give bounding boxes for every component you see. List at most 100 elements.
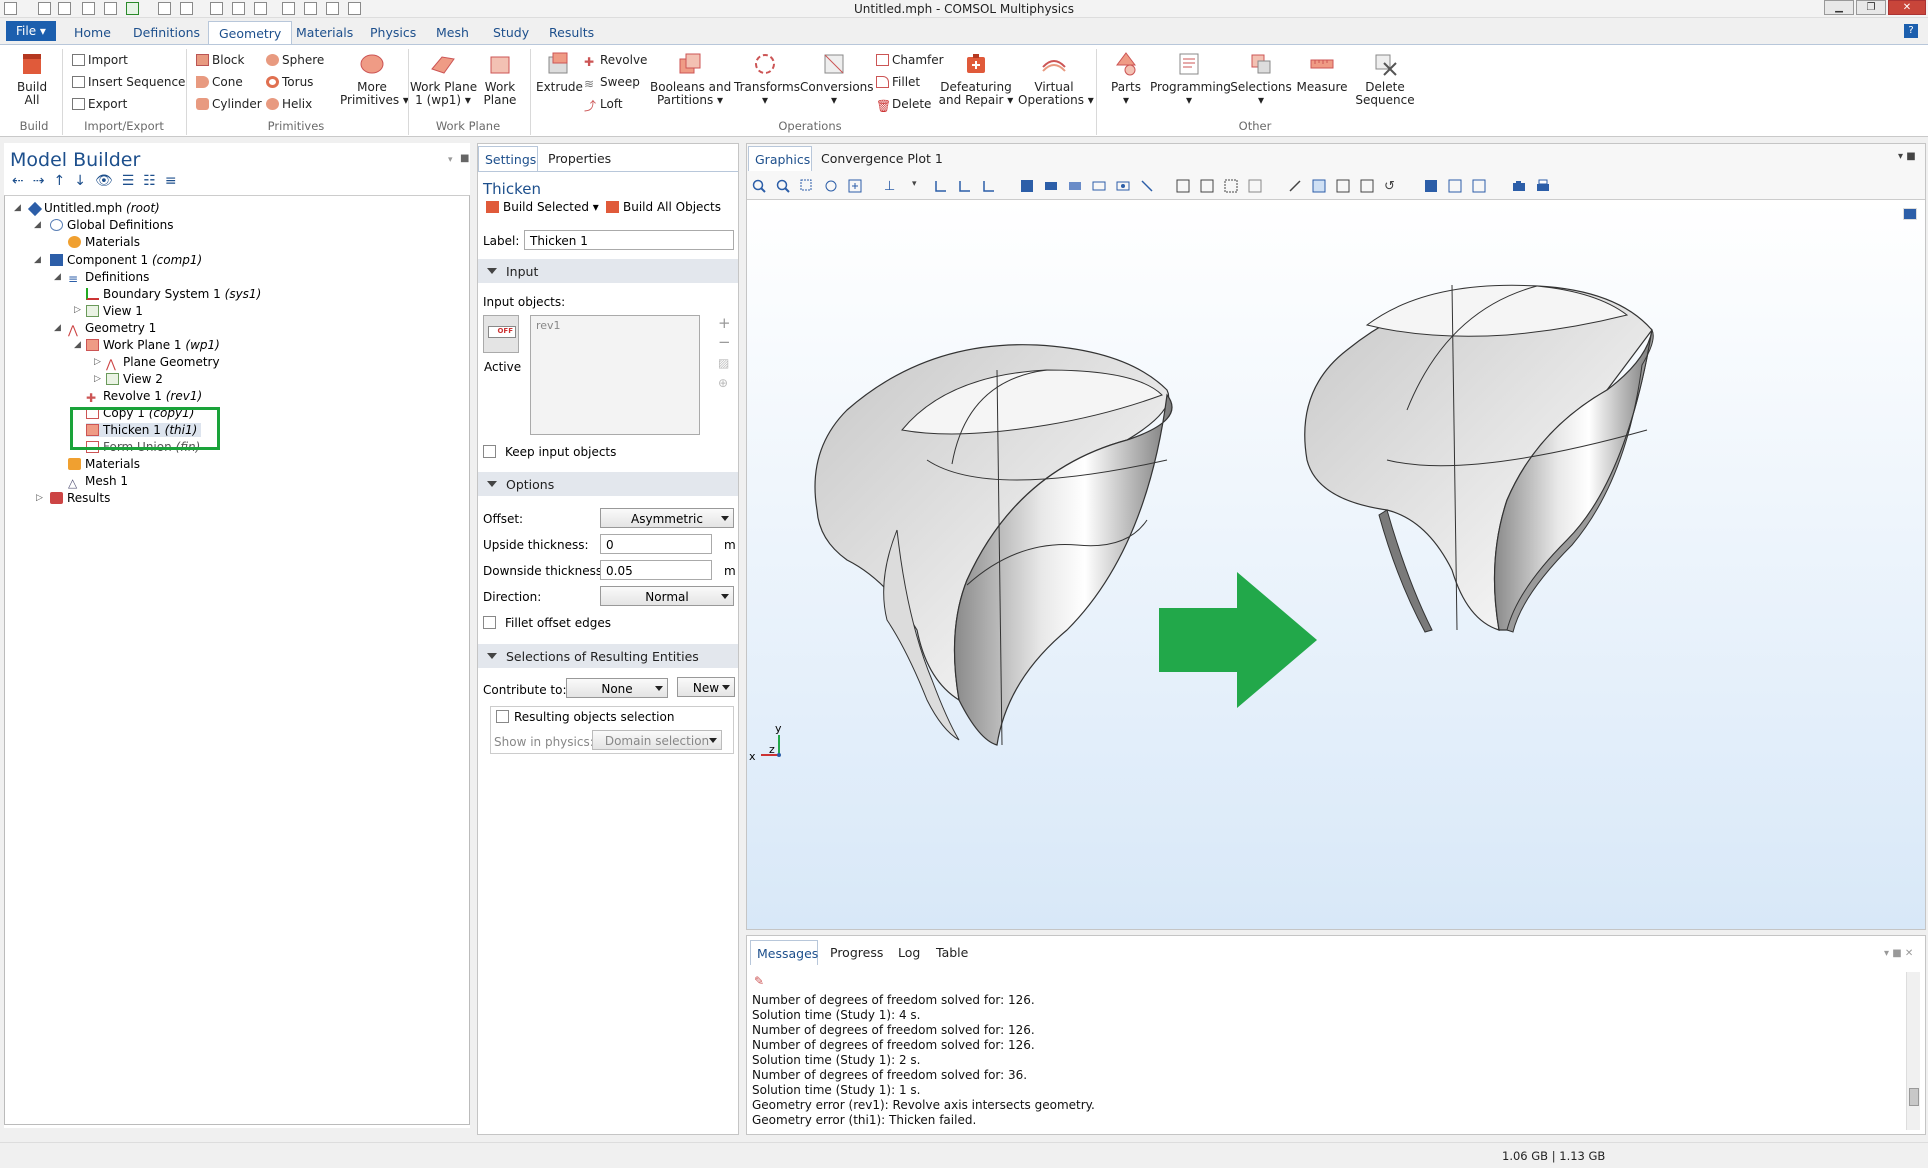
tree-toggle[interactable]: ◢ xyxy=(54,323,61,333)
build-all-objects-button[interactable]: Build All Objects xyxy=(606,200,721,214)
tree-item-materials[interactable]: Materials xyxy=(68,457,140,471)
tree-item-component-1[interactable]: Component 1 (comp1) xyxy=(50,253,202,267)
select-all-icon[interactable] xyxy=(1224,179,1238,193)
hide-icon[interactable] xyxy=(1248,179,1262,193)
helix-button[interactable]: Helix xyxy=(266,97,312,111)
work-plane-button[interactable]: Work Plane xyxy=(478,51,522,107)
view-axes-icon[interactable]: ⊥ xyxy=(884,179,898,194)
chamfer-button[interactable]: Chamfer xyxy=(876,53,944,67)
work-plane-1-button[interactable]: Work Plane 1 (wp1) ▾ xyxy=(410,51,477,107)
tree-toggle[interactable]: ▷ xyxy=(94,374,101,384)
close-button[interactable]: ✕ xyxy=(1888,0,1926,15)
direction-select[interactable]: Normal xyxy=(600,586,734,606)
resulting-selection-checkbox[interactable] xyxy=(496,710,509,723)
keep-input-checkbox[interactable] xyxy=(483,445,496,458)
collapse-icon[interactable]: ☷ xyxy=(143,173,165,189)
render-icon[interactable] xyxy=(1424,179,1438,193)
parts-button[interactable]: Parts ▾ xyxy=(1104,51,1148,107)
print-icon[interactable] xyxy=(1536,179,1550,193)
tab-home[interactable]: Home xyxy=(74,25,111,40)
expand-icon[interactable]: ☰ xyxy=(122,173,144,189)
tab-progress[interactable]: Progress xyxy=(830,945,883,960)
camera-icon[interactable] xyxy=(1512,179,1526,193)
clear-selection-icon[interactable]: ▨ xyxy=(718,356,729,370)
window-tile-icon[interactable] xyxy=(1903,208,1917,220)
zoom-in-icon[interactable] xyxy=(752,179,766,193)
tab-geometry[interactable]: Geometry xyxy=(208,21,293,45)
grid-icon[interactable] xyxy=(1448,179,1462,193)
reset-view-icon[interactable]: ↺ xyxy=(1384,179,1398,194)
zoom-extents-icon[interactable] xyxy=(848,179,862,193)
zoom-to-selection-icon[interactable]: ⊕ xyxy=(718,376,728,390)
move-up-icon[interactable]: ↑ xyxy=(53,173,74,189)
pin-icon[interactable]: ■ xyxy=(460,153,469,164)
tree-toggle[interactable]: ▷ xyxy=(94,357,101,367)
cylinder-button[interactable]: Cylinder xyxy=(196,97,262,111)
tree-toggle[interactable]: ▷ xyxy=(74,305,81,315)
input-objects-list[interactable]: rev1 xyxy=(530,315,700,435)
remove-icon[interactable]: − xyxy=(718,333,731,351)
hide-objects-icon[interactable] xyxy=(1288,179,1302,193)
zoom-selected-icon[interactable] xyxy=(824,179,838,193)
view-dropdown-icon[interactable]: ▾ xyxy=(912,179,926,193)
tree-item-global-materials[interactable]: Materials xyxy=(68,235,140,249)
more-primitives-button[interactable]: More Primitives ▾ xyxy=(340,51,409,107)
select-domains-icon[interactable] xyxy=(1044,179,1058,193)
wireframe-icon[interactable] xyxy=(1336,179,1350,193)
tree-toggle[interactable]: ◢ xyxy=(74,340,81,350)
torus-button[interactable]: Torus xyxy=(266,75,313,89)
loft-button[interactable]: ⤴ Loft xyxy=(584,97,623,113)
active-toggle[interactable]: OFF xyxy=(483,315,519,353)
tree-item-view-2[interactable]: View 2 xyxy=(106,372,163,386)
tree-item-work-plane-1[interactable]: Work Plane 1 (wp1) xyxy=(86,338,220,352)
view-xy-icon[interactable] xyxy=(934,179,948,193)
show-icon[interactable]: 👁 xyxy=(95,173,122,189)
tab-messages[interactable]: Messages xyxy=(750,940,818,965)
select-boundaries-icon[interactable] xyxy=(1068,179,1082,193)
pane-menu-icon[interactable]: ▾ ■ xyxy=(1898,151,1916,162)
defeaturing-repair-button[interactable]: Defeaturing and Repair ▾ xyxy=(938,51,1014,107)
build-selected-button[interactable]: Build Selected ▾ xyxy=(486,200,599,214)
clear-selection-icon[interactable] xyxy=(1140,179,1154,193)
booleans-partitions-button[interactable]: Booleans and Partitions ▾ xyxy=(650,51,731,107)
tab-table[interactable]: Table xyxy=(936,945,968,960)
label-input[interactable]: Thicken 1 xyxy=(524,230,734,250)
tree-toggle[interactable]: ▷ xyxy=(36,493,43,503)
tab-results[interactable]: Results xyxy=(549,25,594,40)
selections-section-header[interactable]: Selections of Resulting Entities xyxy=(478,644,738,668)
cone-button[interactable]: Cone xyxy=(196,75,243,89)
select-box-icon[interactable] xyxy=(1176,179,1190,193)
tree-item-revolve-1[interactable]: ✚ Revolve 1 (rev1) xyxy=(86,389,202,405)
tree-item-results[interactable]: Results xyxy=(50,491,110,505)
scrollbar-thumb[interactable] xyxy=(1909,1088,1919,1106)
sphere-button[interactable]: Sphere xyxy=(266,53,324,67)
back-arrow-icon[interactable]: ⇠ xyxy=(12,173,33,189)
programming-button[interactable]: Programming ▾ xyxy=(1150,51,1231,107)
tree-item-global-definitions[interactable]: Global Definitions xyxy=(50,218,173,232)
tree-item-mesh-1[interactable]: △ Mesh 1 xyxy=(68,474,128,490)
file-menu-button[interactable]: File ▾ xyxy=(6,21,56,41)
tree-toggle[interactable]: ◢ xyxy=(54,272,61,282)
tree-toggle[interactable]: ◢ xyxy=(34,220,41,230)
tree-item-root[interactable]: Untitled.mph (root) xyxy=(27,201,160,217)
upside-thickness-input[interactable]: 0 xyxy=(600,534,712,554)
tab-study[interactable]: Study xyxy=(493,25,529,40)
pane-controls-icon[interactable]: ▾ ■ ✕ xyxy=(1884,948,1913,959)
tree-item-plane-geometry[interactable]: ⋀ Plane Geometry xyxy=(106,355,220,371)
zoom-box-icon[interactable] xyxy=(800,179,814,193)
tree-toggle[interactable]: ◢ xyxy=(14,203,21,213)
tree-toggle[interactable]: ◢ xyxy=(34,255,41,265)
clear-messages-icon[interactable]: ✎ xyxy=(754,974,764,988)
show-objects-icon[interactable] xyxy=(1312,179,1326,193)
tree-item-definitions[interactable]: ≡ Definitions xyxy=(68,270,149,286)
fillet-button[interactable]: Fillet xyxy=(876,75,920,89)
input-object-item[interactable]: rev1 xyxy=(536,319,561,332)
contribute-select[interactable]: None xyxy=(566,678,668,698)
view-zx-icon[interactable] xyxy=(982,179,996,193)
delete-sequence-button[interactable]: Delete Sequence xyxy=(1352,51,1418,107)
extrude-button[interactable]: Extrude xyxy=(536,51,583,94)
revolve-button[interactable]: ✚ Revolve xyxy=(584,53,647,69)
select-points-icon[interactable] xyxy=(1116,179,1130,193)
delete-button[interactable]: 🗑Delete xyxy=(876,97,931,113)
tab-physics[interactable]: Physics xyxy=(370,25,416,40)
